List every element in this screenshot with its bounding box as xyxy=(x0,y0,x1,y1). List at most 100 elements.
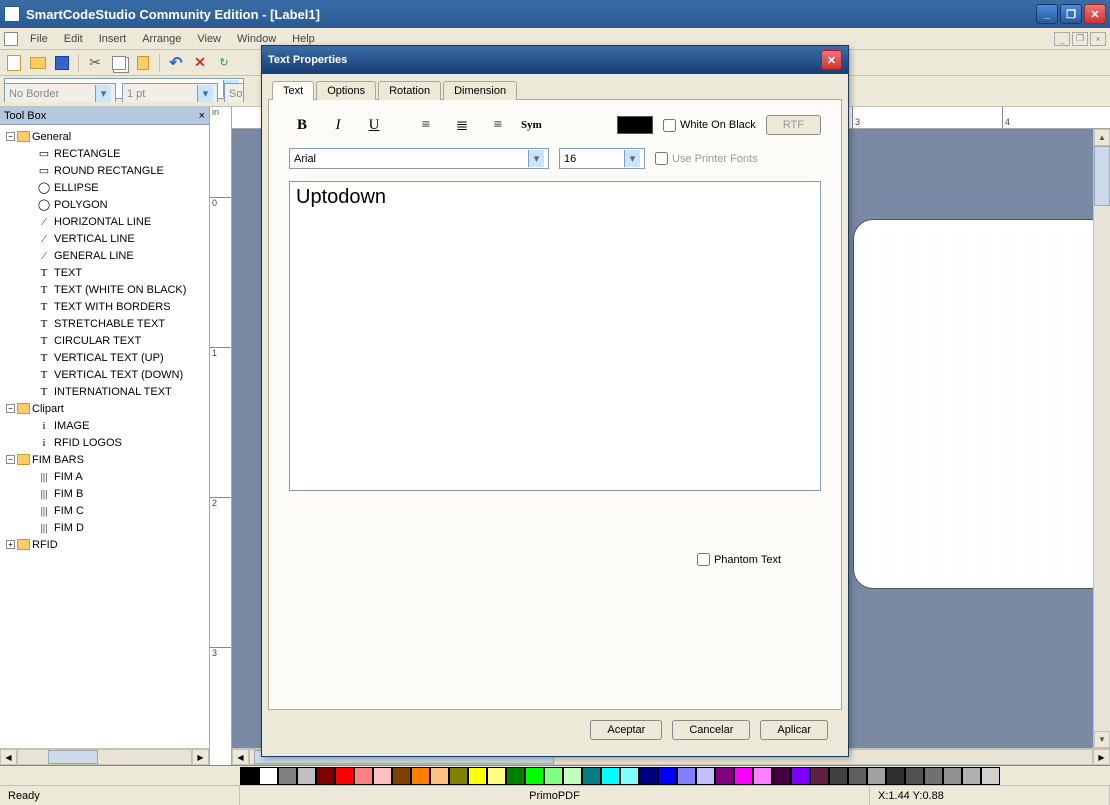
tree-item-rectangle[interactable]: ▭RECTANGLE xyxy=(2,145,207,162)
dialog-titlebar[interactable]: Text Properties ✕ xyxy=(262,46,848,74)
new-button[interactable] xyxy=(4,53,24,73)
tree-item-fim-c[interactable]: |||FIM C xyxy=(2,502,207,519)
tree-item-vertical-text-up-[interactable]: TVERTICAL TEXT (UP) xyxy=(2,349,207,366)
tree-item-rfid-logos[interactable]: iRFID LOGOS xyxy=(2,434,207,451)
color-swatch[interactable] xyxy=(848,767,867,785)
border-combo[interactable]: No Border ▾ xyxy=(4,83,116,104)
mdi-close[interactable]: × xyxy=(1090,32,1106,46)
undo-button[interactable]: ↶ xyxy=(166,53,186,73)
mdi-minimize[interactable]: _ xyxy=(1054,32,1070,46)
color-swatch[interactable] xyxy=(468,767,487,785)
color-swatch[interactable] xyxy=(867,767,886,785)
color-swatch[interactable] xyxy=(297,767,316,785)
color-swatch[interactable] xyxy=(886,767,905,785)
use-printer-fonts-input[interactable] xyxy=(655,152,668,165)
color-swatch[interactable] xyxy=(240,767,259,785)
color-swatch[interactable] xyxy=(506,767,525,785)
open-button[interactable] xyxy=(28,53,48,73)
mdi-restore[interactable]: ❐ xyxy=(1072,32,1088,46)
tree-item-text-white-on-black-[interactable]: TTEXT (WHITE ON BLACK) xyxy=(2,281,207,298)
tree-item-vertical-text-down-[interactable]: TVERTICAL TEXT (DOWN) xyxy=(2,366,207,383)
align-center-button[interactable]: ≣ xyxy=(449,114,475,136)
tree-item-stretchable-text[interactable]: TSTRETCHABLE TEXT xyxy=(2,315,207,332)
color-swatch[interactable] xyxy=(810,767,829,785)
color-swatch[interactable] xyxy=(601,767,620,785)
color-swatch[interactable] xyxy=(943,767,962,785)
dialog-font-combo[interactable]: Arial ▾ xyxy=(289,148,549,169)
tree-item-fim-a[interactable]: |||FIM A xyxy=(2,468,207,485)
tab-dimension[interactable]: Dimension xyxy=(443,81,517,100)
expand-icon[interactable]: − xyxy=(6,132,15,141)
color-swatch[interactable] xyxy=(373,767,392,785)
color-swatch[interactable] xyxy=(563,767,582,785)
paste-button[interactable] xyxy=(133,53,153,73)
menu-view[interactable]: View xyxy=(189,31,229,47)
menu-edit[interactable]: Edit xyxy=(56,31,91,47)
tree-item-round-rectangle[interactable]: ▭ROUND RECTANGLE xyxy=(2,162,207,179)
dialog-close-button[interactable]: ✕ xyxy=(821,50,842,70)
maximize-button[interactable]: ❐ xyxy=(1060,4,1082,24)
color-swatch[interactable] xyxy=(829,767,848,785)
color-swatch[interactable] xyxy=(753,767,772,785)
phantom-text-checkbox[interactable]: Phantom Text xyxy=(697,553,781,566)
menu-file[interactable]: File xyxy=(22,31,56,47)
tree-item-general-line[interactable]: ⁄GENERAL LINE xyxy=(2,247,207,264)
cut-button[interactable]: ✂ xyxy=(85,53,105,73)
color-swatch[interactable] xyxy=(962,767,981,785)
minimize-button[interactable]: _ xyxy=(1036,4,1058,24)
refresh-button[interactable]: ↻ xyxy=(214,53,234,73)
color-swatch[interactable] xyxy=(905,767,924,785)
style-combo[interactable]: So xyxy=(224,83,244,104)
color-swatch[interactable] xyxy=(354,767,373,785)
label-paper[interactable] xyxy=(853,219,1093,589)
color-swatch[interactable] xyxy=(430,767,449,785)
tree-item-fim-d[interactable]: |||FIM D xyxy=(2,519,207,536)
tree-item-fim-b[interactable]: |||FIM B xyxy=(2,485,207,502)
ok-button[interactable]: Aceptar xyxy=(590,720,662,740)
delete-button[interactable]: ✕ xyxy=(190,53,210,73)
tab-rotation[interactable]: Rotation xyxy=(378,81,441,100)
tab-options[interactable]: Options xyxy=(316,81,376,100)
toolbox-hscroll[interactable]: ◀ ▶ xyxy=(0,748,209,765)
use-printer-fonts-checkbox[interactable]: Use Printer Fonts xyxy=(655,152,758,165)
align-right-button[interactable]: ≡ xyxy=(485,114,511,136)
tree-item-circular-text[interactable]: TCIRCULAR TEXT xyxy=(2,332,207,349)
underline-button[interactable]: U xyxy=(361,114,387,136)
color-swatch[interactable] xyxy=(582,767,601,785)
color-swatch[interactable] xyxy=(639,767,658,785)
close-button[interactable]: ✕ xyxy=(1084,4,1106,24)
tree-item-text[interactable]: TTEXT xyxy=(2,264,207,281)
expand-icon[interactable]: + xyxy=(6,540,15,549)
color-swatch[interactable] xyxy=(335,767,354,785)
expand-icon[interactable]: − xyxy=(6,455,15,464)
bold-button[interactable]: B xyxy=(289,114,315,136)
expand-icon[interactable]: − xyxy=(6,404,15,413)
cancel-button[interactable]: Cancelar xyxy=(672,720,750,740)
color-swatch[interactable] xyxy=(449,767,468,785)
dialog-size-combo[interactable]: 16 ▾ xyxy=(559,148,645,169)
italic-button[interactable]: I xyxy=(325,114,351,136)
color-swatch[interactable] xyxy=(791,767,810,785)
save-button[interactable] xyxy=(52,53,72,73)
tree-item-ellipse[interactable]: ◯ELLIPSE xyxy=(2,179,207,196)
tree-group-general[interactable]: − General xyxy=(2,128,207,145)
toolbox-tree[interactable]: − General▭RECTANGLE▭ROUND RECTANGLE◯ELLI… xyxy=(0,125,209,748)
copy-button[interactable] xyxy=(109,53,129,73)
tree-item-image[interactable]: iIMAGE xyxy=(2,417,207,434)
apply-button[interactable]: Aplicar xyxy=(760,720,828,740)
rtf-button[interactable]: RTF xyxy=(766,115,821,135)
color-swatch[interactable] xyxy=(981,767,1000,785)
color-swatch[interactable] xyxy=(772,767,791,785)
color-swatch[interactable] xyxy=(411,767,430,785)
weight-combo[interactable]: 1 pt ▾ xyxy=(122,83,218,104)
toolbox-close-button[interactable]: × xyxy=(199,110,205,122)
color-swatch[interactable] xyxy=(278,767,297,785)
color-swatch[interactable] xyxy=(734,767,753,785)
color-swatch[interactable] xyxy=(658,767,677,785)
tree-item-horizontal-line[interactable]: ⁄HORIZONTAL LINE xyxy=(2,213,207,230)
color-swatch[interactable] xyxy=(620,767,639,785)
color-swatch[interactable] xyxy=(715,767,734,785)
color-swatch[interactable] xyxy=(525,767,544,785)
tree-item-text-with-borders[interactable]: TTEXT WITH BORDERS xyxy=(2,298,207,315)
tree-item-polygon[interactable]: ◯POLYGON xyxy=(2,196,207,213)
